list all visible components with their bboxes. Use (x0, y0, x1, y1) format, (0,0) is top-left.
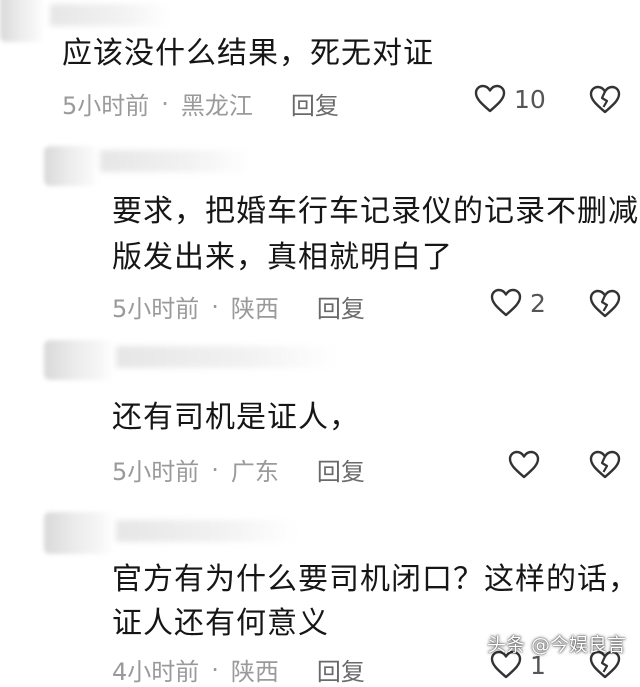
meta-separator: · (211, 455, 219, 484)
comment-time: 5小时前 (62, 92, 150, 120)
avatar[interactable] (44, 146, 98, 186)
avatar[interactable] (44, 340, 114, 380)
username[interactable] (50, 4, 170, 26)
like-button[interactable]: 2 (490, 288, 546, 318)
reply-button[interactable]: 回复 (317, 652, 365, 687)
comment-text-line: 官方有为什么要司机闭口？这样的话， (112, 562, 639, 597)
comment-text-line: 要求，把婚车行车记录仪的记录不删减 (112, 194, 639, 229)
username[interactable] (100, 150, 250, 172)
dislike-button[interactable] (589, 289, 621, 323)
reply-button[interactable]: 回复 (317, 452, 365, 487)
dislike-button[interactable] (589, 450, 621, 484)
comment-location: 广东 (230, 458, 279, 486)
comment-text: 要求，把婚车行车记录仪的记录不删减 版发出来，真相就明白了 (112, 192, 639, 278)
broken-heart-icon (589, 450, 621, 479)
comment-meta: 5小时前 · 陕西 回复 (112, 289, 365, 324)
comment-time: 5小时前 (112, 295, 200, 323)
comment-location: 黑龙江 (180, 92, 253, 120)
comment-text-line: 应该没什么结果，死无对证 (62, 36, 434, 71)
like-button[interactable]: 10 (474, 84, 546, 114)
username[interactable] (116, 346, 336, 368)
avatar[interactable] (0, 0, 44, 42)
meta-separator: · (211, 292, 219, 321)
heart-outline-icon (474, 84, 506, 113)
heart-outline-icon (490, 288, 522, 317)
like-count: 10 (514, 84, 546, 114)
heart-outline-icon (508, 450, 540, 479)
comment-meta: 5小时前 · 广东 回复 (112, 452, 365, 487)
comment-text: 应该没什么结果，死无对证 (62, 34, 434, 74)
comment-meta: 5小时前 · 黑龙江 回复 (62, 86, 339, 121)
comment-text-line: 还有司机是证人， (112, 400, 360, 435)
meta-separator: · (211, 655, 219, 684)
meta-separator: · (161, 89, 169, 118)
comment-text-line: 版发出来，真相就明白了 (112, 240, 453, 275)
reply-button[interactable]: 回复 (291, 86, 339, 121)
avatar[interactable] (44, 512, 114, 554)
dislike-button[interactable] (589, 85, 621, 119)
like-button[interactable] (508, 450, 548, 480)
broken-heart-icon (589, 85, 621, 114)
reply-button[interactable]: 回复 (317, 289, 365, 324)
comment-time: 4小时前 (112, 658, 200, 686)
comment-text: 还有司机是证人， (112, 398, 360, 438)
username[interactable] (116, 520, 296, 542)
comment-meta: 4小时前 · 陕西 回复 (112, 652, 365, 687)
watermark: 头条 @今娱良言 (486, 634, 626, 656)
comment-time: 5小时前 (112, 458, 200, 486)
comment-location: 陕西 (230, 295, 279, 323)
comment-location: 陕西 (230, 658, 279, 686)
broken-heart-icon (589, 289, 621, 318)
like-count: 2 (530, 288, 546, 318)
